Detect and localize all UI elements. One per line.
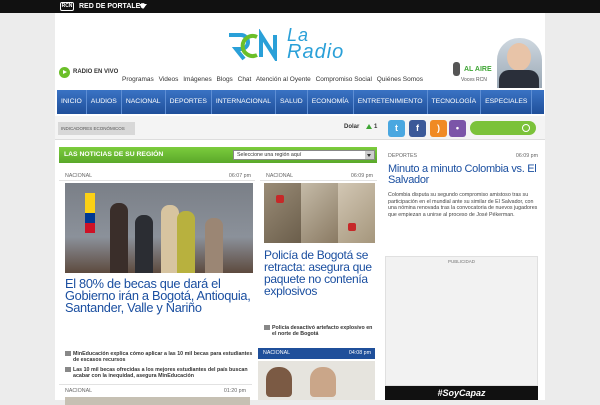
- photo-panel-3: [338, 183, 375, 243]
- photo-panel-1: [264, 183, 301, 243]
- nav-link-videos[interactable]: Videos: [159, 76, 179, 83]
- ad-slot[interactable]: PUBLICIDAD: [385, 256, 538, 386]
- story-2-related-1[interactable]: Policía desactivó artefacto explosivo en…: [264, 325, 376, 337]
- facebook-icon[interactable]: f: [409, 120, 426, 137]
- host-suit: [499, 70, 539, 88]
- sports-time: 06:09 pm: [515, 153, 538, 159]
- play-icon: [59, 67, 70, 78]
- story-3-category[interactable]: NACIONAL: [263, 350, 290, 356]
- related-icon: [264, 325, 270, 330]
- network-menu-label[interactable]: RED DE PORTALES: [79, 3, 145, 10]
- nav-economia[interactable]: ECONOMÍA: [308, 90, 354, 114]
- story-4-header: NACIONAL 01:20 pm: [59, 384, 252, 405]
- story-1-related-1-text: MinEducación explica cómo aplicar a las …: [73, 351, 253, 364]
- person-2: [135, 215, 153, 273]
- nav-especiales[interactable]: ESPECIALES: [481, 90, 533, 114]
- on-air-label: AL AIRE: [464, 66, 492, 73]
- on-air-sub: Voces RCN: [461, 77, 487, 83]
- story-1-related-2-text: Las 10 mil becas ofrecidas a los mejores…: [73, 367, 248, 380]
- sports-headline[interactable]: Minuto a minuto Colombia vs. El Salvador: [388, 164, 538, 186]
- story-card-2: NACIONAL 06:09 pm Policía de Bogotá se r…: [260, 171, 377, 346]
- story-1-header: NACIONAL 06:07 pm: [59, 171, 255, 181]
- story-2-header: NACIONAL 06:09 pm: [260, 171, 377, 181]
- red-mark: [348, 223, 356, 231]
- page-container: La Radio RADIO EN VIVO Programas Videos …: [55, 13, 545, 405]
- story-2-photo[interactable]: [264, 183, 375, 243]
- photo-panel-2: [301, 183, 338, 243]
- nav-link-imagenes[interactable]: Imágenes: [183, 76, 212, 83]
- story-card-1: NACIONAL 06:07 pm El 80% de becas que da…: [59, 171, 255, 383]
- rcn-mini-logo[interactable]: RCN: [60, 2, 74, 11]
- story-1-category[interactable]: NACIONAL: [65, 173, 92, 179]
- story-3-time: 04:08 pm: [348, 350, 371, 356]
- story-2-time: 06:09 pm: [350, 173, 373, 179]
- story-1-headline[interactable]: El 80% de becas que dará el Gobierno irá…: [65, 277, 253, 314]
- nav-link-atencion[interactable]: Atención al Oyente: [256, 76, 311, 83]
- podcast-icon[interactable]: •: [449, 120, 466, 137]
- region-bar: LAS NOTICIAS DE SU REGIÓN Seleccione una…: [59, 147, 377, 163]
- nav-audios[interactable]: AUDIOS: [87, 90, 122, 114]
- microphone-icon: [453, 62, 460, 76]
- person-photo-2: [310, 367, 336, 397]
- site-logo[interactable]: La Radio: [225, 23, 375, 73]
- nav-deportes[interactable]: DEPORTES: [166, 90, 212, 114]
- story-2-category[interactable]: NACIONAL: [266, 173, 293, 179]
- nav-link-compromiso[interactable]: Compromiso Social: [316, 76, 372, 83]
- red-mark: [276, 195, 284, 203]
- economic-indicators-tab[interactable]: INDICADORES ECONÓMICOS: [58, 122, 135, 135]
- story-3-header: NACIONAL 04:08 pm: [258, 348, 375, 359]
- region-select-value: Seleccione una región aquí: [237, 152, 302, 158]
- story-3-photo[interactable]: [258, 361, 375, 400]
- story-2-headline[interactable]: Policía de Bogotá se retracta: asegura q…: [264, 249, 376, 297]
- rss-icon[interactable]: ): [430, 120, 447, 137]
- nav-link-programas[interactable]: Programas: [122, 76, 154, 83]
- nav-salud[interactable]: SALUD: [276, 90, 308, 114]
- radio-live-label: RADIO EN VIVO: [73, 69, 119, 75]
- nav-inicio[interactable]: INICIO: [57, 90, 87, 114]
- nav-link-blogs[interactable]: Blogs: [217, 76, 233, 83]
- dolar-value: 1: [374, 124, 378, 130]
- nav-link-quienes[interactable]: Quiénes Somos: [377, 76, 423, 83]
- secondary-nav: Programas Videos Imágenes Blogs Chat Ate…: [122, 76, 426, 83]
- story-1-related-1[interactable]: MinEducación explica cómo aplicar a las …: [65, 351, 253, 363]
- person-photo-1: [266, 367, 292, 397]
- story-4-category[interactable]: NACIONAL: [65, 388, 92, 394]
- chevron-down-icon[interactable]: [139, 4, 147, 9]
- region-select[interactable]: Seleccione una región aquí: [233, 150, 375, 160]
- nav-entretenimiento[interactable]: ENTRETENIMIENTO: [354, 90, 428, 114]
- on-air-widget[interactable]: AL AIRE Voces RCN: [447, 38, 545, 88]
- related-icon: [65, 367, 71, 372]
- search-button[interactable]: [470, 121, 536, 135]
- story-1-time: 06:07 pm: [228, 173, 251, 179]
- nav-nacional[interactable]: NACIONAL: [122, 90, 166, 114]
- story-4-time: 01:20 pm: [223, 388, 246, 394]
- sports-category[interactable]: DEPORTES: [388, 153, 417, 159]
- portal-bar: RCN RED DE PORTALES: [0, 0, 600, 13]
- ad-label: PUBLICIDAD: [447, 259, 475, 264]
- story-1-related-2[interactable]: Las 10 mil becas ofrecidas a los mejores…: [65, 367, 253, 379]
- related-icon: [65, 351, 71, 356]
- region-title: LAS NOTICIAS DE SU REGIÓN: [64, 151, 164, 158]
- soycapaz-banner[interactable]: #SoyCapaz: [385, 386, 538, 400]
- arrow-up-icon: [366, 124, 372, 129]
- logo-radio: Radio: [287, 41, 345, 63]
- person-1: [110, 203, 128, 273]
- rcn-logo-icon: [229, 29, 277, 61]
- person-4: [177, 211, 195, 273]
- person-5: [205, 218, 223, 273]
- dolar-label: Dolar: [344, 124, 360, 130]
- nav-internacional[interactable]: INTERNACIONAL: [212, 90, 277, 114]
- host-face: [507, 43, 531, 71]
- story-4-photo[interactable]: [65, 397, 250, 405]
- twitter-icon[interactable]: t: [388, 120, 405, 137]
- story-1-photo[interactable]: [65, 183, 253, 273]
- sports-body: Colombia disputa su segundo compromiso a…: [388, 192, 538, 218]
- colombia-flag: [85, 193, 95, 233]
- nav-link-chat[interactable]: Chat: [238, 76, 252, 83]
- utility-bar: INDICADORES ECONÓMICOS Dolar 1 t f ) •: [55, 116, 545, 140]
- nav-tecnologia[interactable]: TECNOLOGÍA: [428, 90, 482, 114]
- main-nav: INICIO AUDIOS NACIONAL DEPORTES INTERNAC…: [57, 90, 544, 114]
- chevron-down-icon: [365, 151, 374, 159]
- story-2-related-1-text: Policía desactivó artefacto explosivo en…: [272, 325, 373, 338]
